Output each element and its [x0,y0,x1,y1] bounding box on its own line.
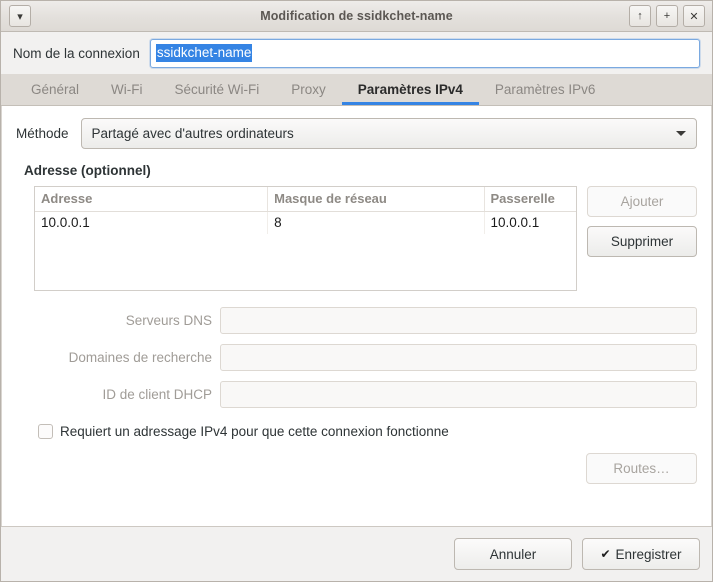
require-ipv4-row[interactable]: Requiert un adressage IPv4 pour que cett… [38,424,697,439]
dialog-action-bar: Annuler ✔ Enregistrer [1,526,712,581]
column-header-netmask: Masque de réseau [267,187,485,212]
cell-gateway: 10.0.0.1 [490,215,540,230]
require-ipv4-checkbox[interactable] [38,424,53,439]
titlebar: ▾ Modification de ssidkchet-name ↑ + ✕ [1,1,712,32]
table-header-row: Adresse Masque de réseau Passerelle [35,187,576,212]
save-button[interactable]: ✔ Enregistrer [582,538,700,570]
delete-address-button[interactable]: Supprimer [587,226,697,257]
connection-editor-window: ▾ Modification de ssidkchet-name ↑ + ✕ N… [0,0,713,582]
dns-fields: Serveurs DNS Domaines de recherche ID de… [16,307,697,408]
tab-ipv6-settings[interactable]: Paramètres IPv6 [479,74,612,105]
routes-row: Routes… [16,453,697,484]
tab-general[interactable]: Général [15,74,95,105]
window-controls: ↑ + ✕ [629,5,705,27]
save-button-label: Enregistrer [615,546,682,562]
dhcp-client-id-label: ID de client DHCP [102,387,212,402]
column-header-address: Adresse [35,187,269,212]
plus-icon: + [663,10,671,22]
tab-ipv4-settings[interactable]: Paramètres IPv4 [341,74,479,105]
add-address-button[interactable]: Ajouter [587,186,697,217]
restore-button[interactable]: + [656,5,678,27]
dhcp-client-id-input[interactable] [220,381,697,408]
address-area: Adresse Masque de réseau Passerelle 10.0… [34,186,697,291]
connection-name-row: Nom de la connexion ssidkchet-name [1,32,712,74]
tab-bar: Général Wi-Fi Sécurité Wi-Fi Proxy Param… [1,74,712,106]
ipv4-settings-panel: Méthode Partagé avec d'autres ordinateur… [1,106,712,526]
cell-address: 10.0.0.1 [35,211,269,234]
dhcp-client-id-row: ID de client DHCP [16,381,697,408]
window-menu-button[interactable]: ▾ [9,5,31,27]
tab-wifi[interactable]: Wi-Fi [95,74,158,105]
cancel-button-label: Annuler [489,546,537,562]
dns-servers-label: Serveurs DNS [125,313,212,328]
search-domains-input[interactable] [220,344,697,371]
search-domains-label: Domaines de recherche [68,350,212,365]
dns-servers-row: Serveurs DNS [16,307,697,334]
routes-button[interactable]: Routes… [586,453,697,484]
method-value: Partagé avec d'autres ordinateurs [91,126,294,141]
address-buttons: Ajouter Supprimer [587,186,697,257]
chevron-down-icon [676,131,686,136]
address-table: Adresse Masque de réseau Passerelle 10.0… [35,187,576,234]
table-row[interactable]: 10.0.0.1 8 10.0.0.1 [35,211,576,234]
column-header-gateway: Passerelle [484,187,576,212]
tab-proxy[interactable]: Proxy [275,74,342,105]
maximize-button[interactable]: ↑ [629,5,651,27]
cancel-button[interactable]: Annuler [454,538,572,570]
dns-servers-input[interactable] [220,307,697,334]
cell-netmask: 8 [267,211,485,234]
require-ipv4-label: Requiert un adressage IPv4 pour que cett… [60,424,449,439]
search-domains-row: Domaines de recherche [16,344,697,371]
method-label: Méthode [16,126,69,141]
arrow-up-icon: ↑ [637,10,643,22]
close-button[interactable]: ✕ [683,5,705,27]
window-title: Modification de ssidkchet-name [260,9,453,23]
close-icon: ✕ [689,10,699,23]
address-section-title: Adresse (optionnel) [24,163,151,178]
address-table-wrap[interactable]: Adresse Masque de réseau Passerelle 10.0… [34,186,577,291]
connection-name-input[interactable]: ssidkchet-name [149,38,700,68]
method-row: Méthode Partagé avec d'autres ordinateur… [16,118,697,149]
tab-wifi-security[interactable]: Sécurité Wi-Fi [159,74,276,105]
connection-name-label: Nom de la connexion [13,45,140,61]
check-icon: ✔ [600,547,611,561]
method-select[interactable]: Partagé avec d'autres ordinateurs [80,118,697,149]
chevron-down-icon: ▾ [17,10,23,23]
connection-name-value: ssidkchet-name [155,43,253,63]
